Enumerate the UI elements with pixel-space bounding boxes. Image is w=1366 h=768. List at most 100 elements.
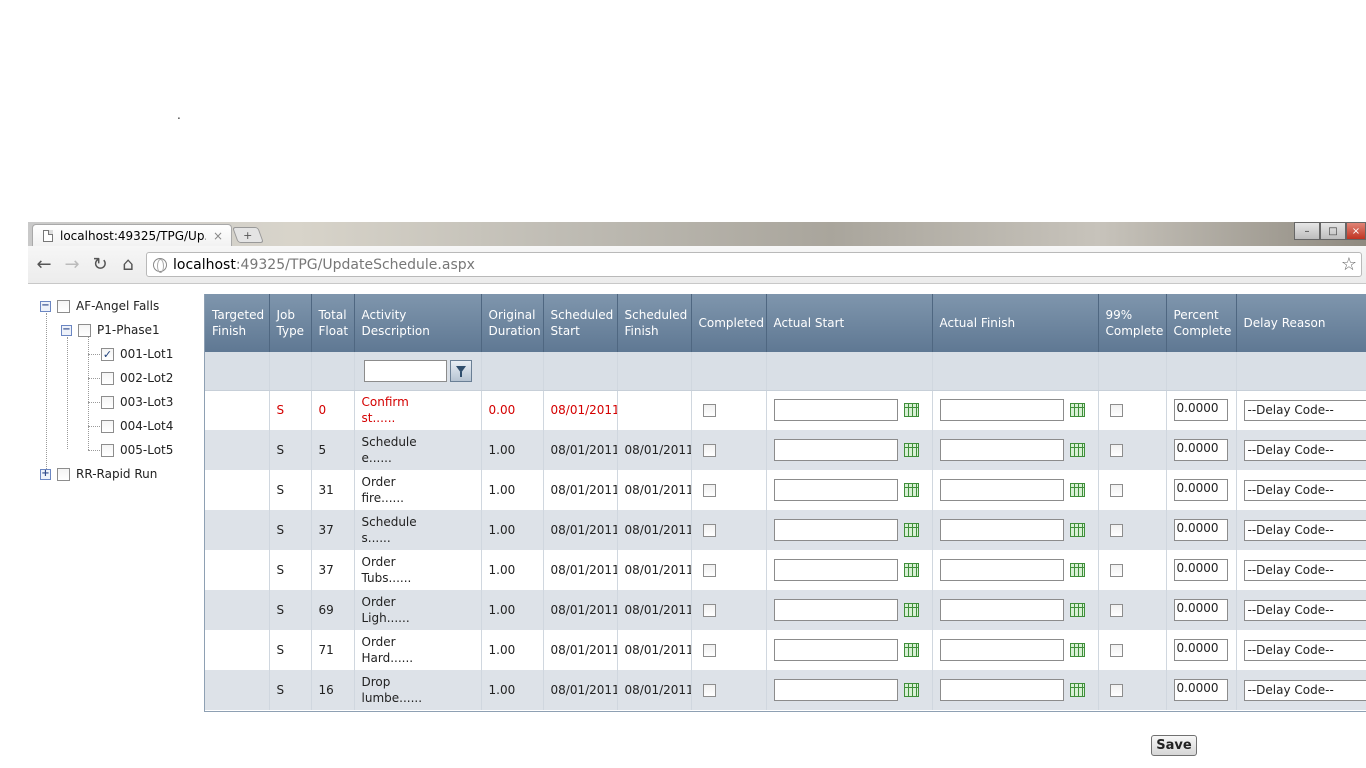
filter-icon[interactable] (449, 359, 472, 382)
calendar-icon[interactable] (903, 603, 919, 617)
expand-icon[interactable]: + (40, 468, 51, 480)
column-header-completed[interactable]: Completed (691, 294, 767, 352)
tree-checkbox[interactable] (101, 419, 114, 433)
complete-99-checkbox[interactable] (1109, 644, 1123, 657)
tree-node-label[interactable]: 004-Lot4 (120, 419, 173, 433)
completed-checkbox[interactable] (702, 444, 716, 457)
bookmark-star-icon[interactable]: ☆ (1341, 254, 1357, 275)
maximize-button[interactable]: □ (1320, 222, 1346, 240)
completed-checkbox[interactable] (702, 604, 716, 617)
column-header-activity-description[interactable]: Activity Description (354, 294, 482, 352)
minimize-button[interactable]: – (1294, 222, 1320, 240)
column-header-targeted-finish[interactable]: Targeted Finish (205, 294, 270, 352)
calendar-icon[interactable] (903, 563, 919, 577)
actual-finish-input[interactable] (939, 599, 1064, 621)
calendar-icon[interactable] (1069, 603, 1085, 617)
percent-complete-input[interactable]: 0.0000 (1173, 479, 1228, 501)
percent-complete-input[interactable]: 0.0000 (1173, 599, 1228, 621)
delay-reason-select[interactable]: --Delay Code-- (1243, 559, 1366, 581)
complete-99-checkbox[interactable] (1109, 404, 1123, 418)
calendar-icon[interactable] (1069, 443, 1085, 457)
home-icon[interactable]: ⌂ (118, 255, 138, 275)
complete-99-checkbox[interactable] (1109, 524, 1123, 537)
save-button[interactable]: Save (1151, 735, 1197, 756)
actual-start-input[interactable] (773, 559, 898, 581)
tree-node-label[interactable]: 005-Lot5 (120, 443, 173, 457)
completed-checkbox[interactable] (702, 644, 716, 657)
actual-start-input[interactable] (773, 639, 898, 661)
column-header-total-float[interactable]: Total Float (311, 294, 355, 352)
activity-filter-input[interactable] (363, 359, 447, 382)
percent-complete-input[interactable]: 0.0000 (1173, 679, 1228, 701)
tree-checkbox[interactable] (78, 323, 91, 337)
calendar-icon[interactable] (1069, 643, 1085, 657)
percent-complete-input[interactable]: 0.0000 (1173, 439, 1228, 461)
address-bar[interactable]: localhost:49325/TPG/UpdateSchedule.aspx … (146, 252, 1362, 277)
complete-99-checkbox[interactable] (1109, 564, 1123, 577)
actual-start-input[interactable] (773, 479, 898, 501)
calendar-icon[interactable] (903, 403, 919, 418)
actual-finish-input[interactable] (939, 679, 1064, 701)
new-tab-button[interactable]: + (232, 227, 264, 243)
tree-checkbox[interactable] (101, 395, 114, 409)
actual-start-input[interactable] (773, 519, 898, 541)
completed-checkbox[interactable] (702, 564, 716, 577)
column-header-scheduled-start[interactable]: Scheduled Start (543, 294, 618, 352)
column-header-99-complete[interactable]: 99% Complete (1098, 294, 1167, 352)
calendar-icon[interactable] (1069, 483, 1085, 497)
percent-complete-input[interactable]: 0.0000 (1173, 399, 1228, 422)
completed-checkbox[interactable] (702, 684, 716, 697)
forward-arrow-icon[interactable]: → (62, 255, 82, 275)
delay-reason-select[interactable]: --Delay Code-- (1243, 399, 1366, 421)
delay-reason-select[interactable]: --Delay Code-- (1243, 519, 1366, 541)
column-header-actual-start[interactable]: Actual Start (766, 294, 933, 352)
column-header-actual-finish[interactable]: Actual Finish (932, 294, 1099, 352)
calendar-icon[interactable] (903, 443, 919, 457)
complete-99-checkbox[interactable] (1109, 604, 1123, 617)
column-header-percent-complete[interactable]: Percent Complete (1166, 294, 1237, 352)
percent-complete-input[interactable]: 0.0000 (1173, 559, 1228, 581)
tree-node-label[interactable]: 001-Lot1 (120, 347, 173, 361)
delay-reason-select[interactable]: --Delay Code-- (1243, 679, 1366, 701)
actual-finish-input[interactable] (939, 399, 1064, 422)
calendar-icon[interactable] (1069, 403, 1085, 418)
calendar-icon[interactable] (1069, 563, 1085, 577)
actual-finish-input[interactable] (939, 439, 1064, 461)
tree-checkbox[interactable] (57, 467, 70, 481)
tree-node-label[interactable]: 003-Lot3 (120, 395, 173, 409)
actual-finish-input[interactable] (939, 639, 1064, 661)
calendar-icon[interactable] (1069, 523, 1085, 537)
delay-reason-select[interactable]: --Delay Code-- (1243, 639, 1366, 661)
calendar-icon[interactable] (903, 483, 919, 497)
tree-node-label[interactable]: 002-Lot2 (120, 371, 173, 385)
complete-99-checkbox[interactable] (1109, 484, 1123, 497)
actual-start-input[interactable] (773, 679, 898, 701)
calendar-icon[interactable] (903, 523, 919, 537)
column-header-scheduled-finish[interactable]: Scheduled Finish (617, 294, 692, 352)
complete-99-checkbox[interactable] (1109, 684, 1123, 697)
actual-finish-input[interactable] (939, 559, 1064, 581)
actual-finish-input[interactable] (939, 519, 1064, 541)
completed-checkbox[interactable] (702, 404, 716, 418)
actual-finish-input[interactable] (939, 479, 1064, 501)
delay-reason-select[interactable]: --Delay Code-- (1243, 479, 1366, 501)
tree-node-label[interactable]: RR-Rapid Run (76, 467, 157, 481)
close-window-button[interactable]: × (1346, 222, 1366, 240)
reload-icon[interactable]: ↻ (90, 255, 110, 275)
completed-checkbox[interactable] (702, 484, 716, 497)
percent-complete-input[interactable]: 0.0000 (1173, 519, 1228, 541)
delay-reason-select[interactable]: --Delay Code-- (1243, 599, 1366, 621)
browser-tab[interactable]: localhost:49325/TPG/Up... × (32, 224, 232, 247)
collapse-icon[interactable]: − (61, 324, 72, 336)
tree-checkbox[interactable] (101, 443, 114, 457)
column-header-delay-reason[interactable]: Delay Reason (1236, 294, 1366, 352)
collapse-icon[interactable]: − (40, 300, 51, 312)
completed-checkbox[interactable] (702, 524, 716, 537)
actual-start-input[interactable] (773, 599, 898, 621)
actual-start-input[interactable] (773, 439, 898, 461)
complete-99-checkbox[interactable] (1109, 444, 1123, 457)
tree-checkbox[interactable] (57, 299, 70, 313)
tree-checkbox[interactable] (101, 371, 114, 385)
tree-node-label[interactable]: AF-Angel Falls (76, 299, 159, 313)
tree-node-label[interactable]: P1-Phase1 (97, 323, 160, 337)
